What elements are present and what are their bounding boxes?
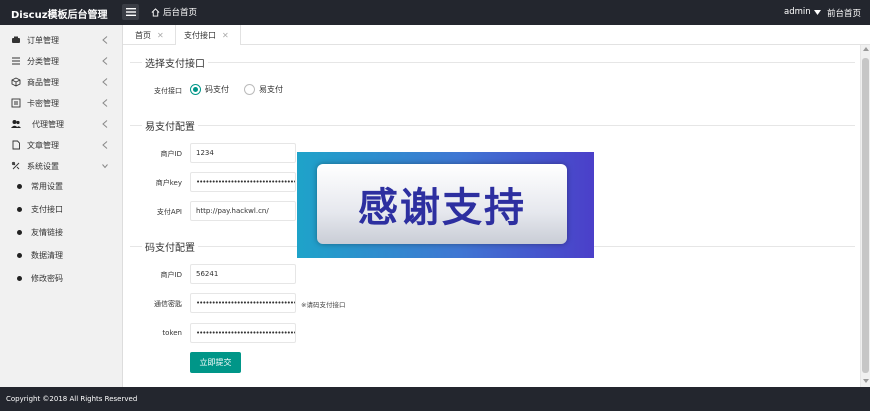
radio-codepay[interactable]: 码支付 — [190, 84, 229, 95]
sidebar-item-label: 卡密管理 — [27, 99, 59, 108]
scroll-thumb[interactable] — [862, 58, 869, 373]
payment-interface-label: 支付接口 — [154, 87, 182, 95]
users-icon — [11, 119, 21, 129]
chevron-left-icon — [102, 99, 108, 107]
close-icon[interactable]: ✕ — [222, 31, 229, 40]
sidebar-item-label: 系统设置 — [27, 162, 59, 171]
home-link-label: 后台首页 — [163, 8, 198, 18]
tab-payment[interactable]: 支付接口 ✕ — [175, 25, 241, 45]
tab-label: 支付接口 — [184, 30, 216, 40]
codepay-token-label: token — [162, 329, 182, 337]
close-icon[interactable]: ✕ — [157, 31, 164, 40]
chevron-down-icon — [102, 162, 108, 170]
radio-checked-icon — [190, 84, 201, 95]
epay-merchant-id-input[interactable]: 1234 — [190, 143, 296, 163]
copyright-text: Copyright ©2018 All Rights Reserved — [6, 395, 138, 403]
front-home-link[interactable]: 前台首页 — [827, 7, 861, 19]
epay-merchant-id-label: 商户ID — [160, 150, 182, 158]
scroll-up-arrow-icon[interactable] — [863, 47, 869, 51]
section-title-epay: 易支付配置 — [142, 118, 198, 133]
card-icon — [11, 98, 21, 108]
caret-down-icon — [813, 9, 821, 15]
sidebar-item-label: 商品管理 — [27, 78, 59, 87]
submit-button[interactable]: 立即提交 — [190, 352, 241, 373]
hamburger-icon — [125, 8, 136, 16]
menu-toggle-button[interactable] — [122, 4, 139, 20]
bullet-icon — [17, 276, 22, 281]
sidebar-item-products[interactable]: 商品管理 — [0, 72, 123, 92]
admin-home-link[interactable]: 后台首页 — [151, 6, 197, 18]
category-icon — [11, 56, 21, 66]
codepay-tip: ※请码支付接口 — [301, 301, 346, 309]
brand-title: Discuz模板后台管理 — [11, 10, 108, 21]
tab-label: 首页 — [135, 30, 151, 40]
order-icon — [11, 35, 21, 45]
epay-api-label: 支付API — [156, 208, 182, 216]
article-icon — [11, 140, 21, 150]
scroll-down-arrow-icon[interactable] — [863, 379, 869, 383]
chevron-left-icon — [102, 57, 108, 65]
bullet-icon — [17, 230, 22, 235]
bullet-icon — [17, 207, 22, 212]
sidebar-subitem-label: 修改密码 — [31, 274, 63, 283]
section-divider — [130, 62, 855, 63]
sidebar-item-settings[interactable]: 系统设置 — [0, 156, 123, 176]
chevron-left-icon — [102, 36, 108, 44]
chevron-left-icon — [102, 120, 108, 128]
radio-epay[interactable]: 易支付 — [244, 84, 283, 95]
sidebar-item-orders[interactable]: 订单管理 — [0, 30, 123, 50]
banner-card: 感谢支持 — [317, 164, 567, 244]
top-header: Discuz模板后台管理 后台首页 admin 前台首页 — [0, 0, 870, 25]
sidebar-subitem-common-settings[interactable]: 常用设置 — [0, 175, 123, 197]
sidebar-item-cards[interactable]: 卡密管理 — [0, 93, 123, 113]
radio-label: 码支付 — [205, 85, 229, 94]
epay-merchant-key-input[interactable]: •••••••••••••••••••••••••••••••••••••• — [190, 172, 296, 192]
section-title-select-payment: 选择支付接口 — [142, 55, 208, 70]
codepay-merchant-id-label: 商户ID — [160, 271, 182, 279]
bullet-icon — [17, 253, 22, 258]
sidebar-item-label: 分类管理 — [27, 57, 59, 66]
codepay-token-input[interactable]: •••••••••••••••••••••••••••••••••••••• — [190, 323, 296, 343]
sidebar-subitem-label: 常用设置 — [31, 182, 63, 191]
sidebar-subitem-change-password[interactable]: 修改密码 — [0, 267, 123, 289]
codepay-secret-label: 通信密匙 — [154, 300, 182, 308]
codepay-secret-input[interactable]: •••••••••••••••••••••••••••••••••••••• — [190, 293, 296, 313]
sidebar-item-label: 代理管理 — [32, 120, 64, 129]
bullet-icon — [17, 184, 22, 189]
user-menu[interactable]: admin — [784, 7, 821, 17]
home-icon — [151, 7, 160, 17]
radio-label: 易支付 — [259, 85, 283, 94]
sidebar-subitem-label: 友情链接 — [31, 228, 63, 237]
thanks-banner-image: 感谢支持 — [297, 152, 594, 258]
epay-merchant-key-label: 商户key — [155, 179, 182, 187]
sidebar-item-categories[interactable]: 分类管理 — [0, 51, 123, 71]
section-title-codepay: 码支付配置 — [142, 239, 198, 254]
sidebar-item-articles[interactable]: 文章管理 — [0, 135, 123, 155]
chevron-left-icon — [102, 78, 108, 86]
sidebar: 订单管理 分类管理 商品管理 卡密管理 代理管理 文章管理 系统设置 常用设置 … — [0, 25, 123, 387]
sidebar-subitem-label: 支付接口 — [31, 205, 63, 214]
epay-api-input[interactable]: http://pay.hackwl.cn/ — [190, 201, 296, 221]
product-icon — [11, 77, 21, 87]
banner-text: 感谢支持 — [358, 185, 526, 231]
section-divider — [130, 125, 855, 126]
sidebar-subitem-label: 数据清理 — [31, 251, 63, 260]
tab-bar: 首页 ✕ 支付接口 ✕ — [123, 25, 870, 45]
user-name: admin — [784, 7, 811, 17]
codepay-merchant-id-input[interactable]: 56241 — [190, 264, 296, 284]
sidebar-item-label: 订单管理 — [27, 36, 59, 45]
sidebar-subitem-payment[interactable]: 支付接口 — [0, 198, 123, 220]
chevron-left-icon — [102, 141, 108, 149]
sidebar-item-label: 文章管理 — [27, 141, 59, 150]
sidebar-item-agents[interactable]: 代理管理 — [0, 114, 123, 134]
radio-unchecked-icon — [244, 84, 255, 95]
settings-icon — [11, 161, 21, 171]
vertical-scrollbar[interactable] — [860, 45, 870, 387]
sidebar-subitem-links[interactable]: 友情链接 — [0, 221, 123, 243]
footer: Copyright ©2018 All Rights Reserved — [0, 387, 870, 411]
sidebar-subitem-data-cleanup[interactable]: 数据清理 — [0, 244, 123, 266]
